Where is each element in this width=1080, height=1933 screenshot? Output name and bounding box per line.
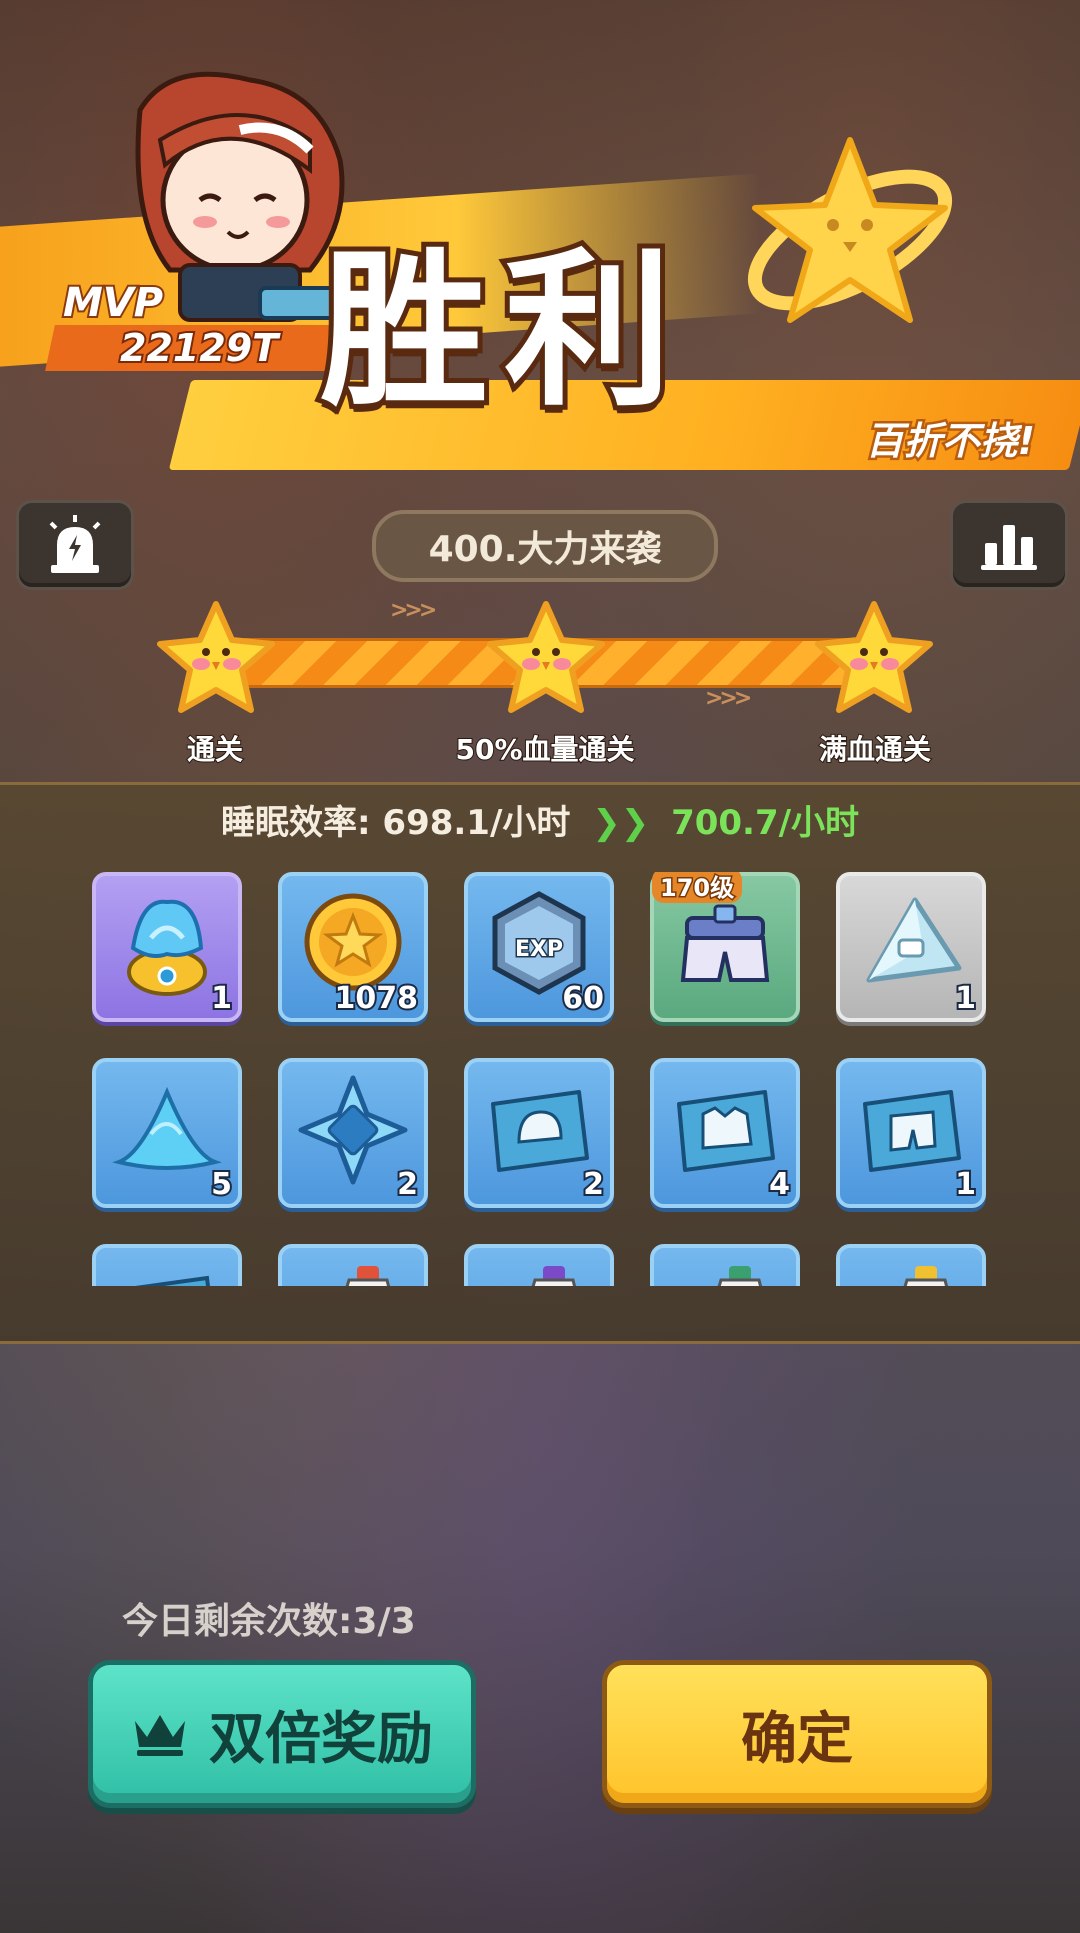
- reward-item[interactable]: 1078: [278, 872, 428, 1022]
- svg-text:EXP: EXP: [515, 937, 563, 962]
- star-rating-icon: [157, 601, 275, 713]
- bar-chart-icon: [981, 525, 1037, 570]
- reward-item[interactable]: 5: [92, 1058, 242, 1208]
- reward-item[interactable]: [836, 1244, 986, 1286]
- reward-grid[interactable]: 1 1078 EXP 60 170级 1 5 2 2 4 1: [92, 872, 992, 1286]
- stage-title: 400.大力来袭: [372, 510, 718, 582]
- reward-item[interactable]: [92, 1244, 242, 1286]
- sleep-efficiency: 睡眠效率: 698.1/小时 ❯❯ 700.7/小时: [0, 795, 1080, 844]
- shorts-blueprint-icon: [863, 1090, 961, 1172]
- double-reward-label: 双倍奖励: [209, 1706, 433, 1772]
- statistics-button[interactable]: [950, 500, 1068, 590]
- confirm-label: 确定: [741, 1706, 853, 1772]
- reward-count: 1078: [333, 979, 420, 1018]
- item-level-badge: 170级: [652, 872, 743, 904]
- mvp-label: MVP: [61, 278, 165, 328]
- efficiency-old-value: 698.1/小时: [382, 803, 571, 843]
- confirm-button[interactable]: 确定: [602, 1660, 992, 1808]
- reward-item[interactable]: 1: [836, 1058, 986, 1208]
- reward-count: 60: [560, 979, 606, 1018]
- reward-item[interactable]: 2: [278, 1058, 428, 1208]
- reward-item[interactable]: 2: [464, 1058, 614, 1208]
- potion-bottle-icon: [717, 1266, 763, 1286]
- alarm-lamp-icon: [49, 515, 101, 573]
- reward-count: 2: [395, 1165, 420, 1204]
- reward-count: 1: [953, 1165, 978, 1204]
- blueprint-icon: [135, 1275, 210, 1286]
- shorts-gear-icon: [680, 904, 770, 982]
- remaining-attempts: 今日剩余次数:3/3: [122, 1601, 416, 1642]
- reward-item[interactable]: 170级: [650, 872, 800, 1022]
- reward-item[interactable]: [464, 1244, 614, 1286]
- chevron-right-icon: >>>: [705, 686, 752, 711]
- reward-item[interactable]: 1: [836, 872, 986, 1022]
- planet-star-icon: [747, 137, 953, 323]
- reward-count: 4: [767, 1165, 792, 1204]
- alarm-button[interactable]: [16, 500, 134, 590]
- double-chevron-right-icon: ❯❯: [592, 803, 650, 843]
- crystal-shard-icon: [866, 897, 962, 983]
- reward-count: 5: [209, 1165, 234, 1204]
- mvp-score: 22129T: [118, 324, 280, 372]
- reward-count: 1: [209, 979, 234, 1018]
- goal-label: 通关: [186, 732, 244, 767]
- goal-label: 满血通关: [818, 732, 932, 767]
- blue-powder-pile-icon: [112, 1086, 222, 1170]
- victory-title: 胜利: [315, 228, 688, 434]
- helmet-blueprint-icon: [491, 1090, 589, 1172]
- reward-item[interactable]: 1: [92, 872, 242, 1022]
- potion-bottle-icon: [903, 1266, 949, 1286]
- reward-item[interactable]: [278, 1244, 428, 1286]
- jacket-blueprint-icon: [677, 1090, 775, 1172]
- reward-count: 2: [581, 1165, 606, 1204]
- potion-bottle-icon: [531, 1266, 577, 1286]
- double-reward-button[interactable]: 双倍奖励: [88, 1660, 476, 1808]
- potion-bottle-icon: [345, 1266, 391, 1286]
- blue-flame-capsule-icon: [127, 899, 207, 996]
- star-rating-icon: [815, 601, 933, 713]
- reward-item[interactable]: [650, 1244, 800, 1286]
- reward-count: 1: [953, 979, 978, 1018]
- chevron-right-icon: >>>: [390, 598, 437, 623]
- efficiency-new-value: 700.7/小时: [671, 803, 860, 843]
- star-rating-icon: [487, 601, 605, 713]
- mvp-badge: MVP 22129T: [45, 278, 335, 372]
- reward-item[interactable]: EXP 60: [464, 872, 614, 1022]
- blue-crystal-gem-icon: [298, 1075, 408, 1185]
- goal-label: 50%血量通关: [454, 732, 635, 767]
- crown-icon: [135, 1715, 185, 1756]
- efficiency-label: 睡眠效率:: [220, 803, 371, 843]
- victory-subtitle: 百折不挠!: [863, 417, 1037, 466]
- reward-item[interactable]: 4: [650, 1058, 800, 1208]
